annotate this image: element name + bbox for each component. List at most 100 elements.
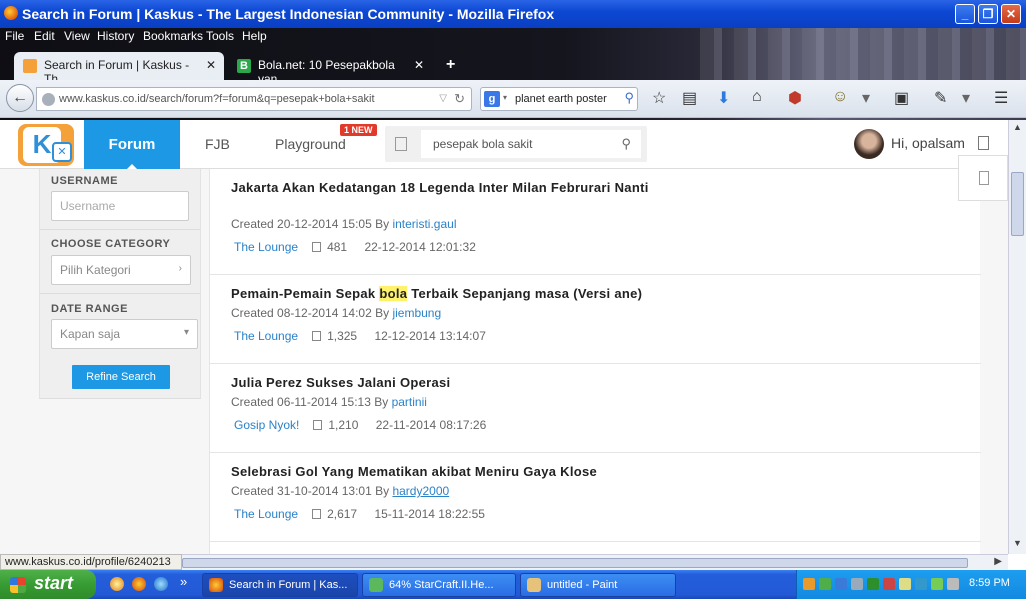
nav-playground[interactable]: Playground (275, 136, 346, 152)
history-dropdown-icon[interactable]: ▽ (439, 93, 447, 104)
address-bar[interactable]: www.kaskus.co.id/search/forum?f=forum&q=… (36, 87, 472, 111)
downloads-icon[interactable]: ⬇ (717, 88, 730, 108)
tray-icon[interactable] (867, 578, 879, 590)
addon-dropdown-icon[interactable]: ▾ (962, 88, 970, 108)
list-item: Selebrasi Gol Yang Mematikan akibat Meni… (210, 453, 981, 542)
category-link[interactable]: Gosip Nyok! (234, 418, 299, 432)
taskbar-button-torrent[interactable]: 64% StarCraft.II.He... (362, 573, 516, 597)
thread-title[interactable]: Julia Perez Sukses Jalani Operasi (231, 374, 671, 392)
windows-logo-icon (10, 577, 26, 593)
category-link[interactable]: The Lounge (234, 507, 298, 521)
tray-icon[interactable] (947, 578, 959, 590)
new-tab-button[interactable]: + (446, 56, 455, 74)
nav-forum[interactable]: Forum (84, 120, 180, 170)
close-tab-icon[interactable]: ✕ (206, 58, 216, 72)
thread-title[interactable]: Selebrasi Gol Yang Mematikan akibat Meni… (231, 463, 701, 481)
category-link[interactable]: The Lounge (234, 329, 298, 343)
home-icon[interactable]: ⌂ (752, 88, 762, 106)
network-icon[interactable] (835, 578, 847, 590)
tray-icon[interactable] (803, 578, 815, 590)
author-link[interactable]: hardy2000 (392, 484, 449, 498)
reply-count: 2,617 (327, 507, 358, 521)
kaskus-logo[interactable]: K ✕ (18, 124, 74, 166)
close-window-button[interactable]: ✕ (1001, 4, 1021, 24)
maximize-button[interactable]: ❐ (978, 4, 998, 24)
menu-edit[interactable]: Edit (34, 29, 55, 43)
created-text: Created 31-10-2014 13:01 By (231, 484, 390, 498)
scroll-down-icon[interactable]: ▼ (1011, 538, 1024, 552)
site-search-input[interactable]: pesepak bola sakit ⚲ (421, 130, 641, 158)
user-greeting[interactable]: Hi, opalsam (891, 135, 965, 151)
back-button[interactable]: ← (6, 84, 34, 112)
google-engine-icon[interactable]: g (484, 91, 500, 107)
quicklaunch-icon[interactable] (110, 577, 124, 591)
start-button[interactable]: start (0, 570, 96, 599)
created-text: Created 06-11-2014 15:13 By (231, 395, 389, 409)
thread-stats: The Lounge 2,617 15-11-2014 18:22:55 (234, 507, 485, 521)
engine-dropdown-icon[interactable]: ▾ (503, 93, 507, 102)
thread-title[interactable]: Pemain-Pemain Sepak bola Terbaik Sepanja… (231, 285, 701, 303)
bookmark-star-icon[interactable]: ☆ (652, 88, 666, 108)
nav-forum-label: Forum (108, 136, 156, 153)
tray-icon[interactable] (915, 578, 927, 590)
scroll-thumb[interactable] (1011, 172, 1024, 236)
refine-search-button[interactable]: Refine Search (72, 365, 170, 389)
menu-bookmarks[interactable]: Bookmarks (143, 29, 203, 43)
tray-icon[interactable] (931, 578, 943, 590)
tab-kaskus-search[interactable]: Search in Forum | Kaskus - Th... ✕ (14, 52, 224, 86)
notification-icon[interactable] (978, 136, 989, 150)
scroll-right-icon[interactable]: ▶ (994, 556, 1002, 567)
menu-tools[interactable]: Tools (206, 29, 234, 43)
bookmarks-list-icon[interactable]: ▤ (682, 88, 697, 108)
adblock-icon[interactable]: ⬢ (788, 88, 802, 108)
volume-icon[interactable] (851, 578, 863, 590)
tray-icon[interactable] (899, 578, 911, 590)
panel-icon (979, 171, 989, 185)
floating-panel-toggle[interactable] (958, 155, 1008, 201)
tab-bola-net[interactable]: B Bola.net: 10 Pesepakbola yan... ✕ (228, 52, 432, 86)
menu-help[interactable]: Help (242, 29, 267, 43)
vertical-scrollbar[interactable]: ▲ ▼ (1008, 120, 1026, 554)
avatar[interactable] (854, 129, 884, 159)
menu-view[interactable]: View (64, 29, 90, 43)
close-tab-icon[interactable]: ✕ (414, 58, 424, 72)
search-filter-sidebar: USERNAME Username CHOOSE CATEGORY Pilih … (39, 169, 201, 399)
screenshot-addon-icon[interactable]: ▣ (894, 88, 909, 108)
addon-dropdown-icon[interactable]: ▾ (862, 88, 870, 108)
menu-hamburger-icon[interactable]: ☰ (994, 88, 1008, 108)
torrent-icon (369, 578, 383, 592)
author-link[interactable]: interisti.gaul (392, 217, 456, 231)
replies-icon (312, 242, 322, 252)
author-link[interactable]: jiembung (392, 306, 441, 320)
scroll-thumb[interactable] (182, 558, 968, 568)
search-icon[interactable]: ⚲ (621, 136, 631, 152)
search-category-icon[interactable] (395, 137, 407, 151)
addon-tool-icon[interactable]: ✎ (934, 88, 947, 108)
last-post-time: 22-12-2014 12:01:32 (364, 240, 476, 254)
menu-file[interactable]: File (5, 29, 24, 43)
category-select[interactable]: Pilih Kategori › (51, 255, 191, 285)
category-link[interactable]: The Lounge (234, 240, 298, 254)
last-post-time: 22-11-2014 08:17:26 (375, 418, 487, 432)
scroll-up-icon[interactable]: ▲ (1011, 122, 1024, 136)
date-range-select[interactable]: Kapan saja ▾ (51, 319, 198, 349)
site-search-value: pesepak bola sakit (433, 137, 533, 151)
quicklaunch-more-icon[interactable]: » (180, 574, 187, 589)
minimize-button[interactable]: _ (955, 4, 975, 24)
author-link[interactable]: partinii (392, 395, 427, 409)
tab-strip: Search in Forum | Kaskus - Th... ✕ B Bol… (0, 50, 700, 86)
ie-quicklaunch-icon[interactable] (154, 577, 168, 591)
tray-icon[interactable] (819, 578, 831, 590)
username-field[interactable]: Username (51, 191, 189, 221)
taskbar-button-paint[interactable]: untitled - Paint (520, 573, 676, 597)
search-icon[interactable]: ⚲ (624, 90, 634, 106)
menu-history[interactable]: History (97, 29, 134, 43)
firefox-quicklaunch-icon[interactable] (132, 577, 146, 591)
nav-fjb[interactable]: FJB (205, 136, 230, 152)
browser-search-box[interactable]: g ▾ planet earth poster ⚲ (480, 87, 638, 111)
addon-icon[interactable]: ☺ (832, 88, 848, 106)
thread-title[interactable]: Jakarta Akan Kedatangan 18 Legenda Inter… (231, 179, 671, 197)
reload-icon[interactable]: ↻ (454, 91, 465, 107)
tray-icon[interactable] (883, 578, 895, 590)
taskbar-button-firefox[interactable]: Search in Forum | Kas... (202, 573, 358, 597)
